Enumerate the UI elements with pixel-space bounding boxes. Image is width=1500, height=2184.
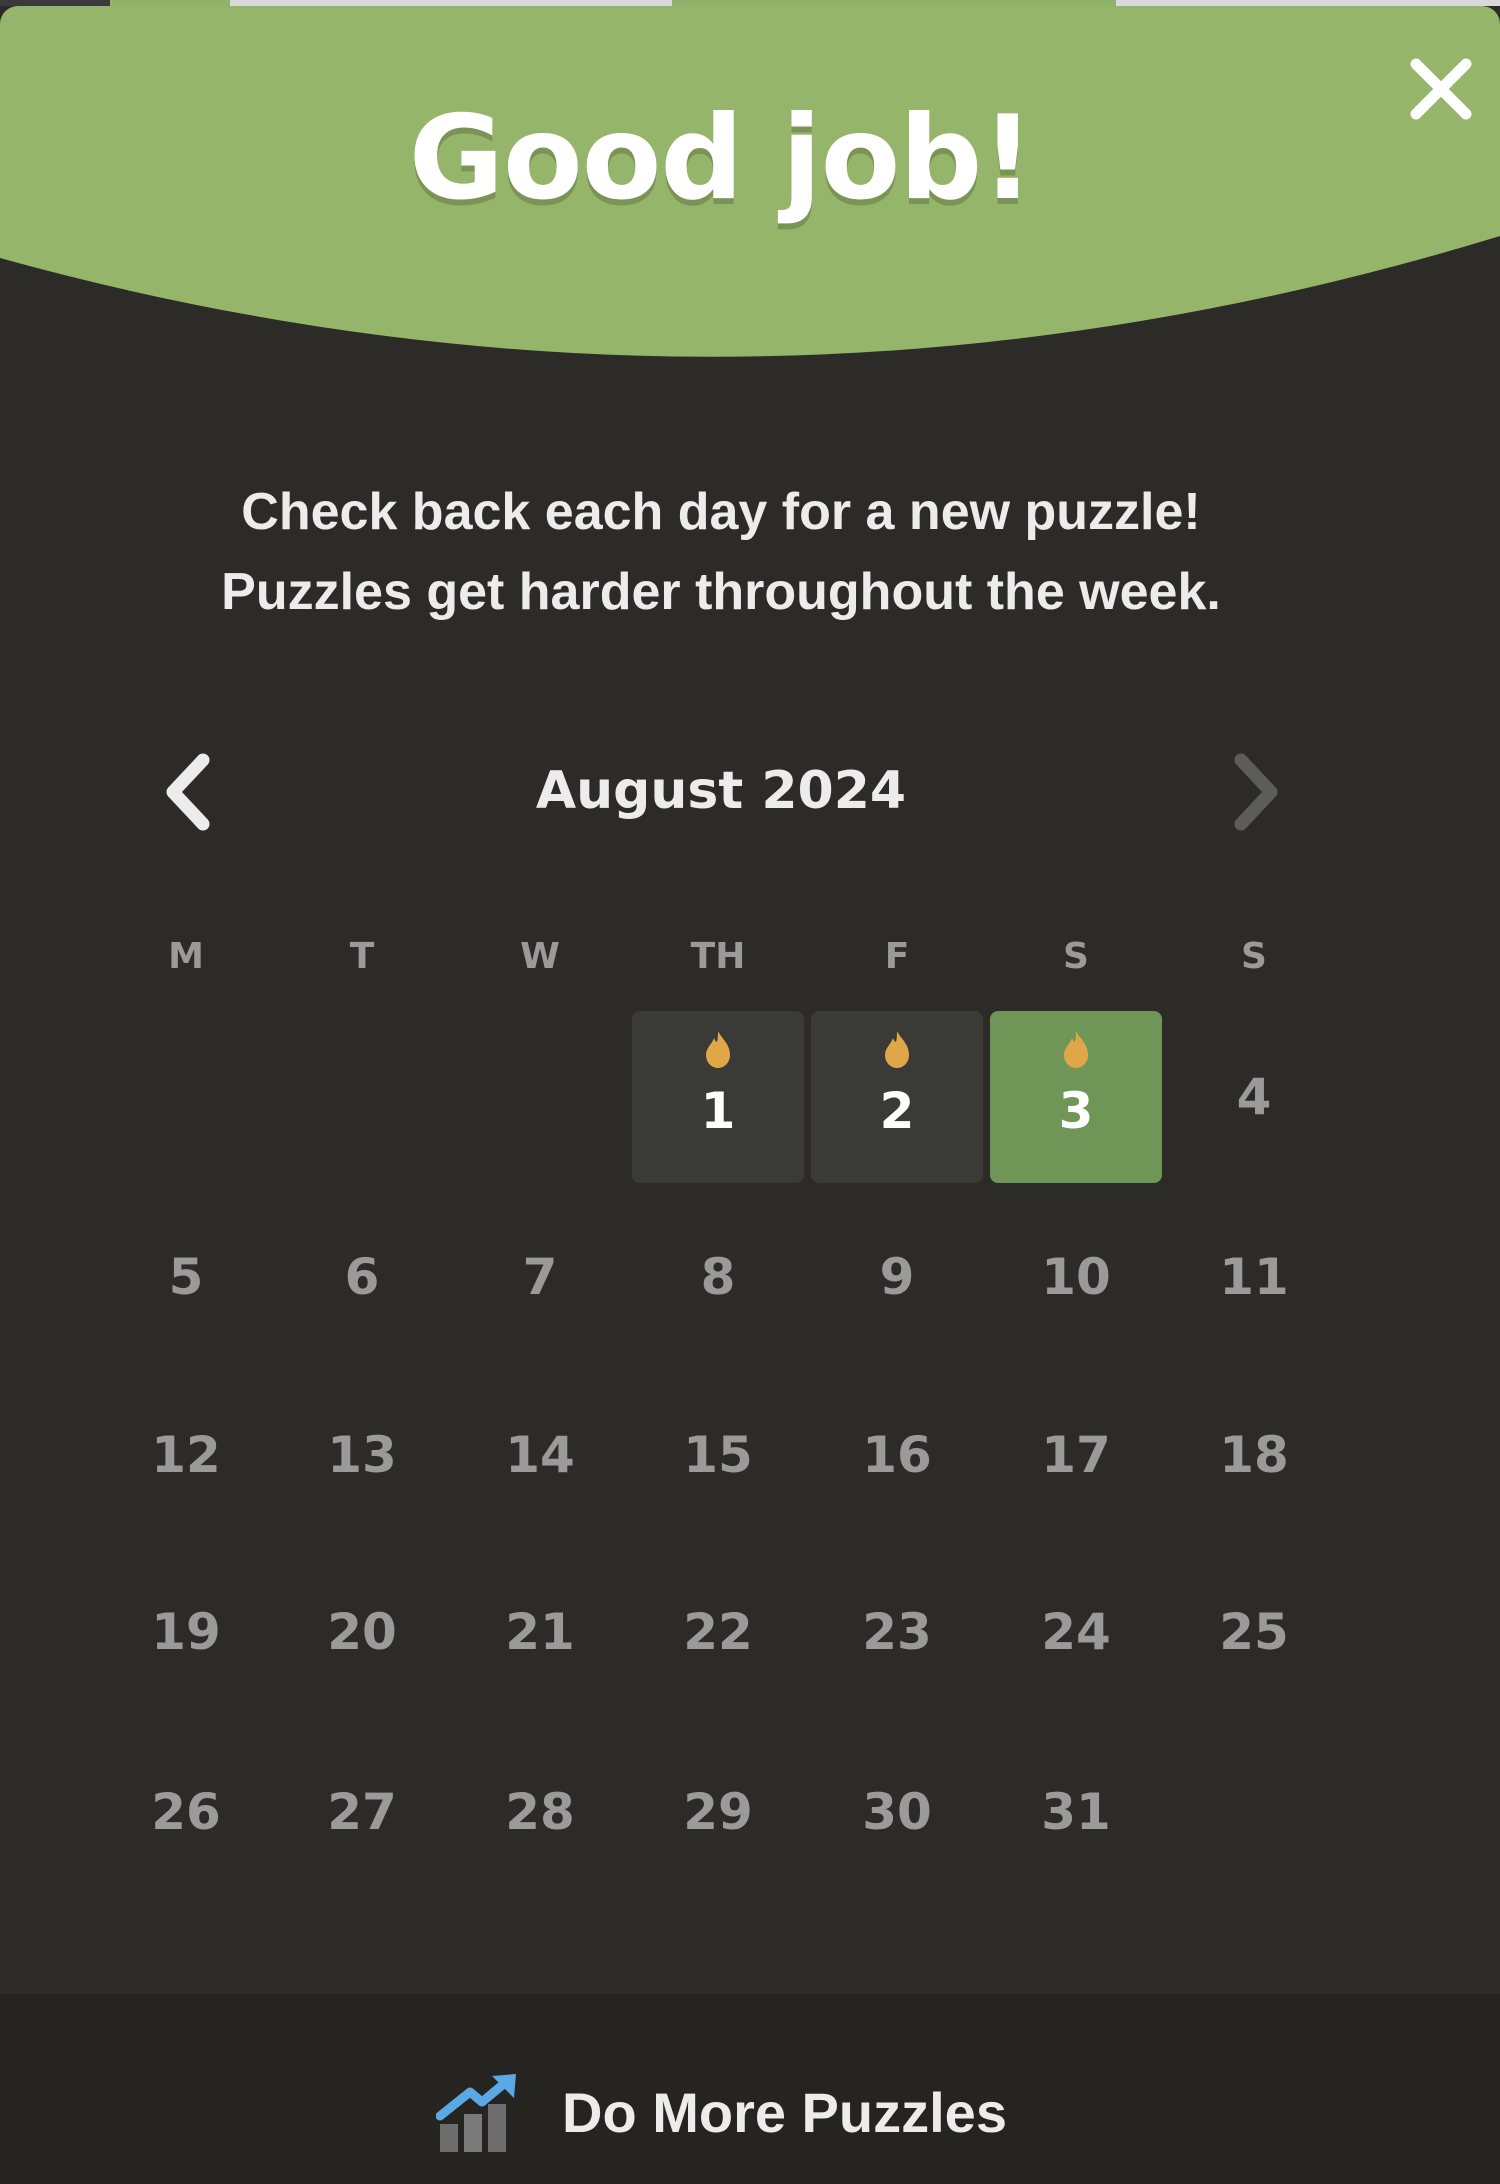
calendar-day-number: 13 [327, 1426, 397, 1484]
weekday-label: TH [690, 936, 746, 977]
weekday-label: S [1063, 936, 1089, 977]
calendar-day-number: 30 [862, 1783, 932, 1841]
calendar-day-number: 31 [1041, 1783, 1111, 1841]
calendar-day[interactable]: 22 [632, 1546, 804, 1718]
weekday-label: F [884, 936, 910, 977]
calendar-day[interactable]: 1 [632, 1011, 804, 1183]
calendar-day-number: 27 [327, 1783, 397, 1841]
calendar-day[interactable]: 19 [100, 1546, 272, 1718]
weekday-label: T [349, 936, 375, 977]
calendar-day-number: 22 [683, 1603, 753, 1661]
calendar-day[interactable]: 8 [632, 1191, 804, 1363]
calendar-day-number: 5 [168, 1248, 204, 1306]
calendar-day-number: 2 [879, 1082, 915, 1140]
close-button[interactable] [1408, 56, 1474, 122]
calendar-day-number: 6 [344, 1248, 380, 1306]
calendar-day-number: 3 [1058, 1082, 1094, 1140]
calendar-day[interactable]: 27 [276, 1726, 448, 1898]
calendar-day[interactable]: 28 [454, 1726, 626, 1898]
calendar-day[interactable]: 29 [632, 1726, 804, 1898]
close-icon [1410, 58, 1472, 120]
calendar-day-number: 12 [151, 1426, 221, 1484]
do-more-puzzles-button[interactable]: Do More Puzzles [0, 1994, 1500, 2184]
calendar-day[interactable]: 18 [1168, 1369, 1340, 1541]
chevron-right-icon [1234, 753, 1278, 831]
calendar-day[interactable]: 14 [454, 1369, 626, 1541]
calendar-day-number: 16 [862, 1426, 932, 1484]
calendar-day[interactable]: 2 [811, 1011, 983, 1183]
calendar-day-number: 15 [683, 1426, 753, 1484]
calendar-day[interactable]: 17 [990, 1369, 1162, 1541]
calendar-day[interactable]: 20 [276, 1546, 448, 1718]
weekday-label: W [520, 936, 560, 977]
calendar-day[interactable]: 24 [990, 1546, 1162, 1718]
calendar-day[interactable]: 10 [990, 1191, 1162, 1363]
calendar-day[interactable]: 30 [811, 1726, 983, 1898]
weekday-label: M [168, 936, 204, 977]
chart-arrow-icon [436, 2074, 516, 2152]
modal-subtitle: Check back each day for a new puzzle! Pu… [0, 472, 1442, 632]
calendar-day-number: 8 [700, 1248, 736, 1306]
calendar-day-number: 25 [1219, 1603, 1289, 1661]
calendar-day-number: 7 [522, 1248, 558, 1306]
calendar-day-number: 9 [879, 1248, 915, 1306]
calendar-day-number: 18 [1219, 1426, 1289, 1484]
calendar-day[interactable]: 3 [990, 1011, 1162, 1183]
calendar-day-number: 23 [862, 1603, 932, 1661]
calendar-day-number: 29 [683, 1783, 753, 1841]
calendar-day-number: 20 [327, 1603, 397, 1661]
calendar-day-number: 14 [505, 1426, 575, 1484]
modal-title: Good job! [408, 91, 1034, 226]
calendar-day-number: 26 [151, 1783, 221, 1841]
calendar-day-number: 24 [1041, 1603, 1111, 1661]
calendar-day-number: 1 [700, 1082, 736, 1140]
calendar-day-number: 19 [151, 1603, 221, 1661]
calendar-day[interactable]: 9 [811, 1191, 983, 1363]
calendar-day[interactable]: 31 [990, 1726, 1162, 1898]
calendar-day[interactable]: 7 [454, 1191, 626, 1363]
streak-modal: Good job! Check back each day for a new … [0, 6, 1500, 2184]
calendar-day[interactable]: 23 [811, 1546, 983, 1718]
calendar-day[interactable]: 13 [276, 1369, 448, 1541]
calendar-day-number: 28 [505, 1783, 575, 1841]
calendar-day[interactable]: 12 [100, 1369, 272, 1541]
calendar-day[interactable]: 25 [1168, 1546, 1340, 1718]
calendar-day-number: 10 [1041, 1248, 1111, 1306]
calendar-day-number: 4 [1236, 1068, 1272, 1126]
subtitle-line: Puzzles get harder throughout the week. [221, 563, 1221, 621]
calendar-day-number: 21 [505, 1603, 575, 1661]
calendar-day-number: 11 [1219, 1248, 1289, 1306]
subtitle-line: Check back each day for a new puzzle! [241, 483, 1201, 541]
calendar-day[interactable]: 6 [276, 1191, 448, 1363]
next-month-button[interactable] [1226, 752, 1286, 832]
calendar-day[interactable]: 21 [454, 1546, 626, 1718]
calendar-day[interactable]: 26 [100, 1726, 272, 1898]
calendar-day[interactable]: 4 [1168, 1011, 1340, 1183]
calendar-day[interactable]: 11 [1168, 1191, 1340, 1363]
calendar-day[interactable]: 5 [100, 1191, 272, 1363]
do-more-puzzles-label: Do More Puzzles [562, 2081, 1007, 2144]
calendar-day[interactable]: 16 [811, 1369, 983, 1541]
calendar-day-number: 17 [1041, 1426, 1111, 1484]
calendar-day[interactable]: 15 [632, 1369, 804, 1541]
weekday-label: S [1241, 936, 1267, 977]
